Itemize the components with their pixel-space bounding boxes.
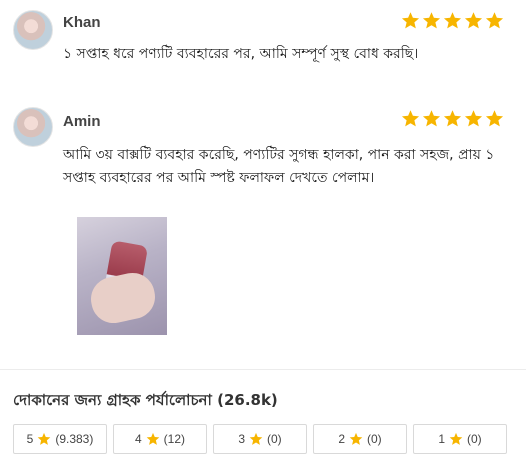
filter-count: (0) <box>467 432 482 446</box>
star-icon <box>349 432 363 445</box>
reviewer-avatar <box>13 10 53 50</box>
filter-star-value: 1 <box>438 432 445 446</box>
star-icon <box>401 12 420 29</box>
filter-star-value: 3 <box>238 432 245 446</box>
hand-image <box>86 268 160 328</box>
reviewer-avatar <box>13 107 53 147</box>
review-text: আমি ৩য় বাক্সটি ব্যবহার করেছি, পণ্যটির স… <box>63 147 495 186</box>
star-icon <box>443 110 462 127</box>
filter-count: (9.383) <box>55 432 94 446</box>
reviewer-name: Khan <box>63 14 101 31</box>
star-icon <box>422 12 441 29</box>
star-icon <box>401 110 420 127</box>
filter-count: (0) <box>367 432 382 446</box>
filter-1-star[interactable]: 1 (0) <box>413 424 507 454</box>
rating-filter-group: 5 (9.383) 4 (12) 3 (0) 2 (0) 1 (0) <box>13 424 507 454</box>
filter-4-star[interactable]: 4 (12) <box>113 424 207 454</box>
star-icon <box>146 432 159 445</box>
rating-stars <box>401 11 504 30</box>
reviewer-name: Amin <box>63 113 101 130</box>
star-icon <box>249 432 263 445</box>
filter-star-value: 4 <box>134 432 142 446</box>
star-icon <box>464 12 483 29</box>
filter-3-star[interactable]: 3 (0) <box>213 424 307 454</box>
reviews-summary-title: দোকানের জন্য গ্রাহক পর্যালোচনা (26.8k) <box>13 391 278 409</box>
filter-star-value: 5 <box>26 432 34 446</box>
star-icon <box>38 432 51 445</box>
star-icon <box>449 432 463 445</box>
star-icon <box>464 110 483 127</box>
review-photo[interactable] <box>77 217 167 335</box>
star-icon <box>422 110 441 127</box>
filter-5-star[interactable]: 5 (9.383) <box>13 424 107 454</box>
filter-count: (12) <box>163 432 186 446</box>
star-icon <box>485 12 504 29</box>
filter-count: (0) <box>267 432 282 446</box>
star-icon <box>443 12 462 29</box>
star-icon <box>485 110 504 127</box>
divider <box>0 369 526 370</box>
filter-star-value: 2 <box>338 432 345 446</box>
rating-stars <box>401 109 504 128</box>
review-text: ১ সপ্তাহ ধরে পণ্যটি ব্যবহারের পর, আমি সম… <box>63 46 419 62</box>
filter-2-star[interactable]: 2 (0) <box>313 424 407 454</box>
